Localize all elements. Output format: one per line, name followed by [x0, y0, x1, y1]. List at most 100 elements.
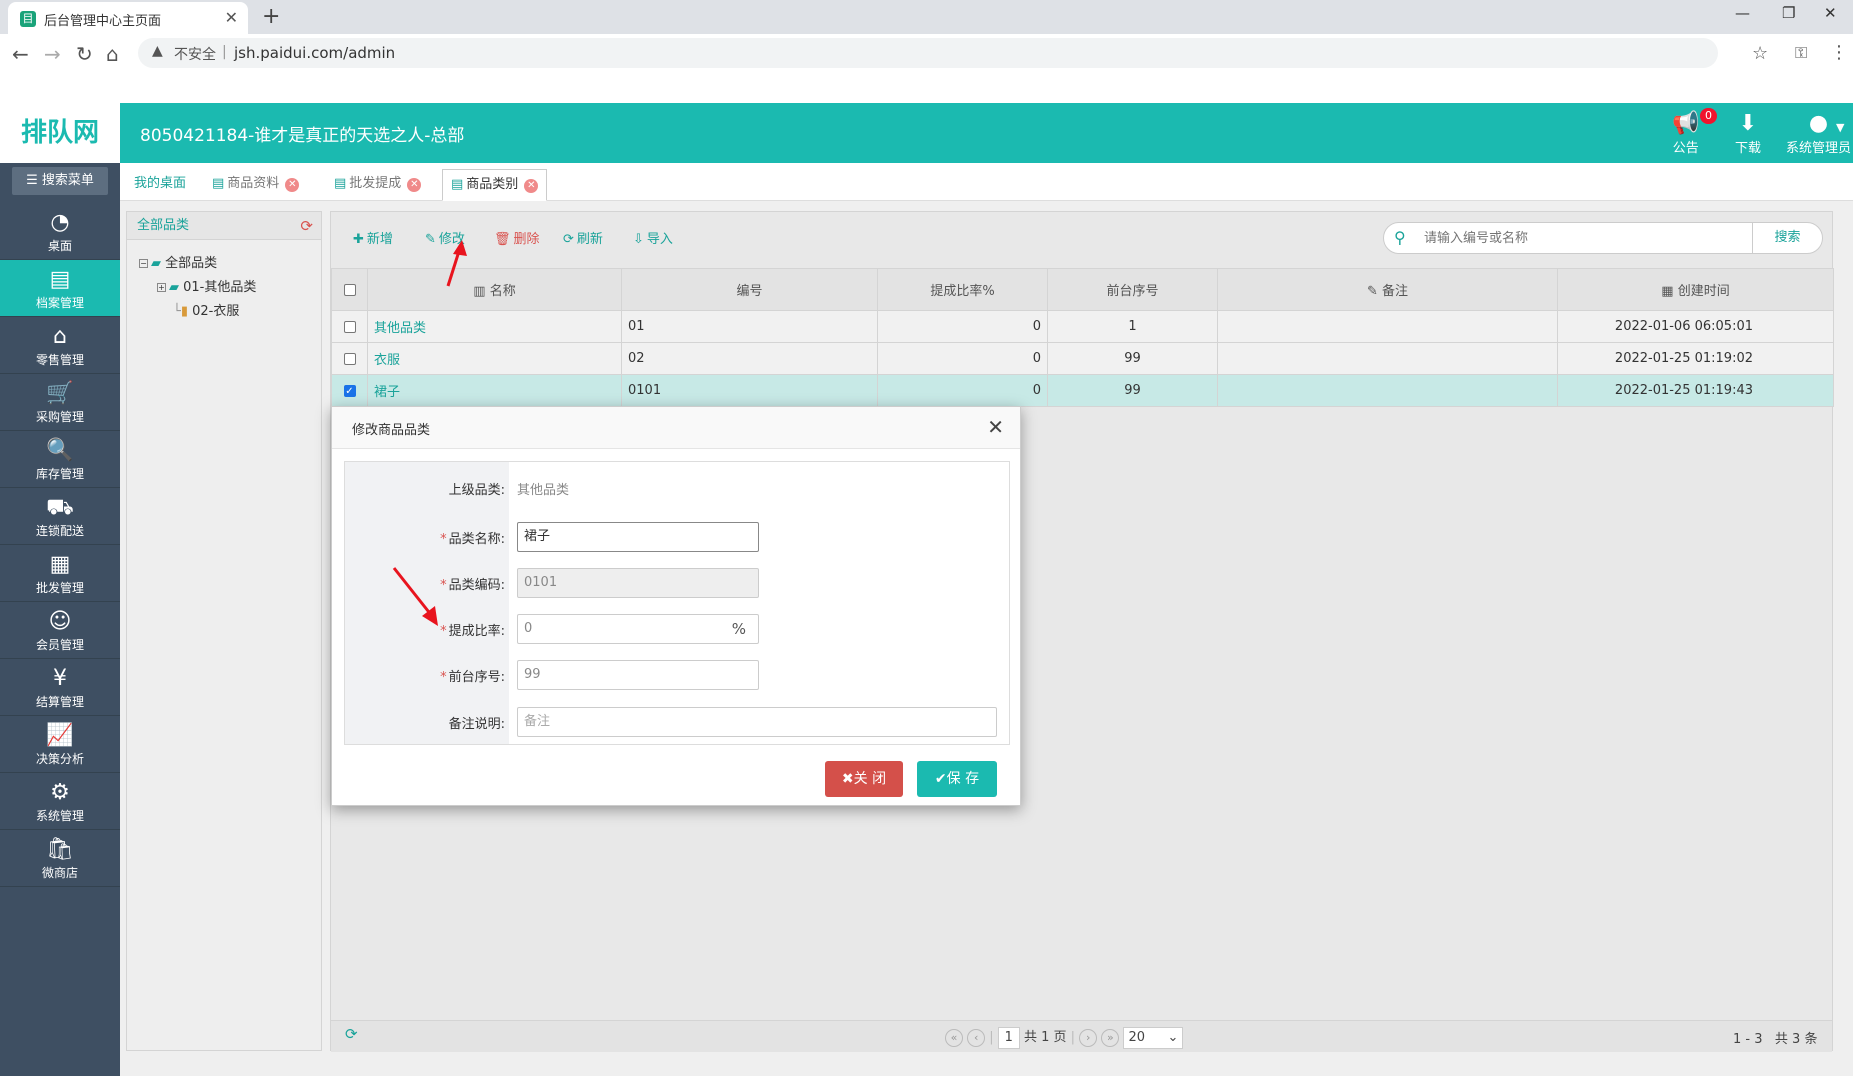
url-input[interactable]: ▲ 不安全 | jsh.paidui.com/admin: [138, 38, 1718, 68]
row-checkbox[interactable]: ✓: [343, 384, 356, 397]
table-row[interactable]: 其他品类 01 0 1 2022-01-06 06:05:01: [331, 310, 1834, 343]
sidebar-item-6[interactable]: ▦ 批发管理: [0, 545, 120, 602]
tree-node-root[interactable]: − ▰ 全部品类: [139, 252, 217, 271]
search-button[interactable]: 搜索: [1752, 223, 1822, 253]
sidebar-item-11[interactable]: 🛍 微商店: [0, 830, 120, 887]
table-row[interactable]: 衣服 02 0 99 2022-01-25 01:19:02: [331, 342, 1834, 375]
refresh-button[interactable]: ⟳ 刷新: [563, 228, 603, 247]
sidebar-item-label: 批发管理: [35, 581, 84, 595]
home-icon[interactable]: ⌂: [106, 42, 119, 66]
sidebar-item-label: 零售管理: [35, 353, 84, 367]
seq-label: 前台序号:: [448, 670, 505, 685]
form-row-code: * 品类编码: 0101: [345, 563, 1011, 603]
row-checkbox[interactable]: [343, 320, 356, 333]
category-name-input[interactable]: 裙子: [517, 522, 759, 552]
key-icon[interactable]: ⚿: [1795, 43, 1807, 63]
browser-menu-icon[interactable]: ⋮: [1830, 42, 1848, 63]
sidebar-item-1[interactable]: ▤ 档案管理: [0, 260, 120, 317]
prev-page-icon[interactable]: ‹: [967, 1029, 986, 1047]
chevron-down-icon[interactable]: ▼: [1836, 121, 1844, 134]
tab-product-category[interactable]: ▤ 商品类别 ✕: [442, 169, 548, 201]
logo: 排队网: [0, 103, 120, 163]
address-bar: ← → ↻ ⌂ ▲ 不安全 | jsh.paidui.com/admin ☆ ⚿…: [0, 34, 1853, 104]
close-tab-icon[interactable]: ✕: [225, 8, 238, 27]
next-page-icon[interactable]: ›: [1079, 1029, 1098, 1047]
sidebar-item-10[interactable]: ⚙ 系统管理: [0, 773, 120, 830]
notice-button[interactable]: 📢 公告: [1672, 111, 1699, 156]
annotation-arrow: [392, 567, 438, 626]
data-table: ▥ 名称 编号 提成比率% 前台序号 ✎ 备注 ▦ 创建时间 其他品类 01 0…: [331, 268, 1834, 407]
sidebar-item-8[interactable]: ¥ 结算管理: [0, 659, 120, 716]
search-input[interactable]: [1424, 227, 1744, 249]
browser-tab[interactable]: 目 后台管理中心主页面 ✕: [8, 2, 248, 34]
dashboard-icon: ◔: [50, 210, 70, 235]
cart-icon: 🛒: [46, 381, 74, 406]
url-text: jsh.paidui.com/admin: [234, 44, 396, 62]
remark-input[interactable]: 备注: [517, 707, 997, 737]
commission-rate-input[interactable]: 0%: [517, 614, 759, 644]
close-tab-icon[interactable]: ✕: [285, 178, 300, 192]
first-page-icon[interactable]: «: [945, 1029, 963, 1047]
search-menu-button[interactable]: ☰ 搜索菜单: [12, 167, 108, 195]
col-remark[interactable]: ✎ 备注: [1217, 268, 1558, 311]
collapse-icon[interactable]: −: [139, 259, 148, 268]
back-icon[interactable]: ←: [12, 42, 29, 66]
sidebar-item-0[interactable]: ◔ 桌面: [0, 203, 120, 260]
sidebar-item-4[interactable]: 🔍 库存管理: [0, 431, 120, 488]
category-code-input[interactable]: 0101: [517, 568, 759, 598]
cell-name[interactable]: 衣服: [367, 342, 622, 375]
save-button[interactable]: ✔保 存: [917, 761, 997, 797]
col-name[interactable]: ▥ 名称: [367, 268, 622, 311]
form-row-parent: 上级品类: 其他品类: [345, 468, 1011, 508]
tree-node-other[interactable]: + ▰ 01-其他品类: [157, 276, 256, 295]
expand-icon[interactable]: +: [157, 283, 166, 292]
close-button[interactable]: ✖关 闭: [825, 761, 903, 797]
tab-wholesale-commission[interactable]: ▤ 批发提成 ✕: [326, 169, 429, 201]
front-seq-input[interactable]: 99: [517, 660, 759, 690]
row-checkbox[interactable]: [343, 352, 356, 365]
close-tab-icon[interactable]: ✕: [407, 178, 422, 192]
page-size-select[interactable]: 20 ⌄: [1123, 1027, 1184, 1049]
sidebar-item-2[interactable]: ⌂ 零售管理: [0, 317, 120, 374]
reload-icon[interactable]: ↻: [76, 42, 93, 66]
add-button[interactable]: ✚ 新增: [353, 228, 393, 247]
notice-label: 公告: [1672, 141, 1699, 156]
close-window-icon[interactable]: ✕: [1824, 4, 1837, 22]
refresh-icon[interactable]: ⟳: [345, 1025, 358, 1043]
toolbar: ✚新增 ✎修改 🗑删除 ⟳刷新 ⇩导入 ⚲ 搜索: [331, 212, 1832, 268]
minimize-icon[interactable]: —: [1735, 4, 1750, 22]
restore-icon[interactable]: ❐: [1782, 4, 1795, 22]
table-row[interactable]: ✓ 裙子 0101 0 99 2022-01-25 01:19:43: [331, 374, 1834, 407]
forward-icon[interactable]: →: [44, 42, 61, 66]
sidebar-item-3[interactable]: 🛒 采购管理: [0, 374, 120, 431]
megaphone-icon: 📢: [1672, 111, 1700, 136]
sidebar-item-9[interactable]: 📈 决策分析: [0, 716, 120, 773]
page-input[interactable]: 1: [997, 1027, 1020, 1049]
new-tab-button[interactable]: +: [262, 4, 280, 29]
close-tab-icon[interactable]: ✕: [524, 179, 539, 193]
shop-icon: 🛍: [46, 837, 74, 862]
cell-remark: [1217, 310, 1558, 343]
download-button[interactable]: ⬇ 下载: [1735, 111, 1761, 156]
col-seq[interactable]: 前台序号: [1047, 268, 1218, 311]
col-rate[interactable]: 提成比率%: [877, 268, 1048, 311]
tree-node-clothes[interactable]: └▮ 02-衣服: [173, 300, 239, 319]
cell-name[interactable]: 裙子: [367, 374, 622, 407]
import-button[interactable]: ⇩ 导入: [633, 228, 673, 247]
bookmark-star-icon[interactable]: ☆: [1752, 43, 1768, 64]
last-page-icon[interactable]: »: [1101, 1029, 1120, 1047]
folder-icon: ▰: [169, 280, 179, 295]
truck-icon: ⛟: [46, 495, 74, 520]
delete-button[interactable]: 🗑 删除: [494, 228, 540, 247]
tab-desktop[interactable]: 我的桌面: [126, 169, 194, 201]
notice-badge: 0: [1700, 108, 1717, 124]
cell-name[interactable]: 其他品类: [367, 310, 622, 343]
tab-product-info[interactable]: ▤ 商品资料 ✕: [204, 169, 307, 201]
col-code[interactable]: 编号: [621, 268, 878, 311]
refresh-icon[interactable]: ⟳: [300, 212, 313, 240]
sidebar-item-7[interactable]: ☺ 会员管理: [0, 602, 120, 659]
select-all-checkbox[interactable]: [343, 283, 356, 296]
col-created[interactable]: ▦ 创建时间: [1557, 268, 1834, 311]
close-icon[interactable]: ✕: [987, 415, 1004, 439]
sidebar-item-5[interactable]: ⛟ 连锁配送: [0, 488, 120, 545]
